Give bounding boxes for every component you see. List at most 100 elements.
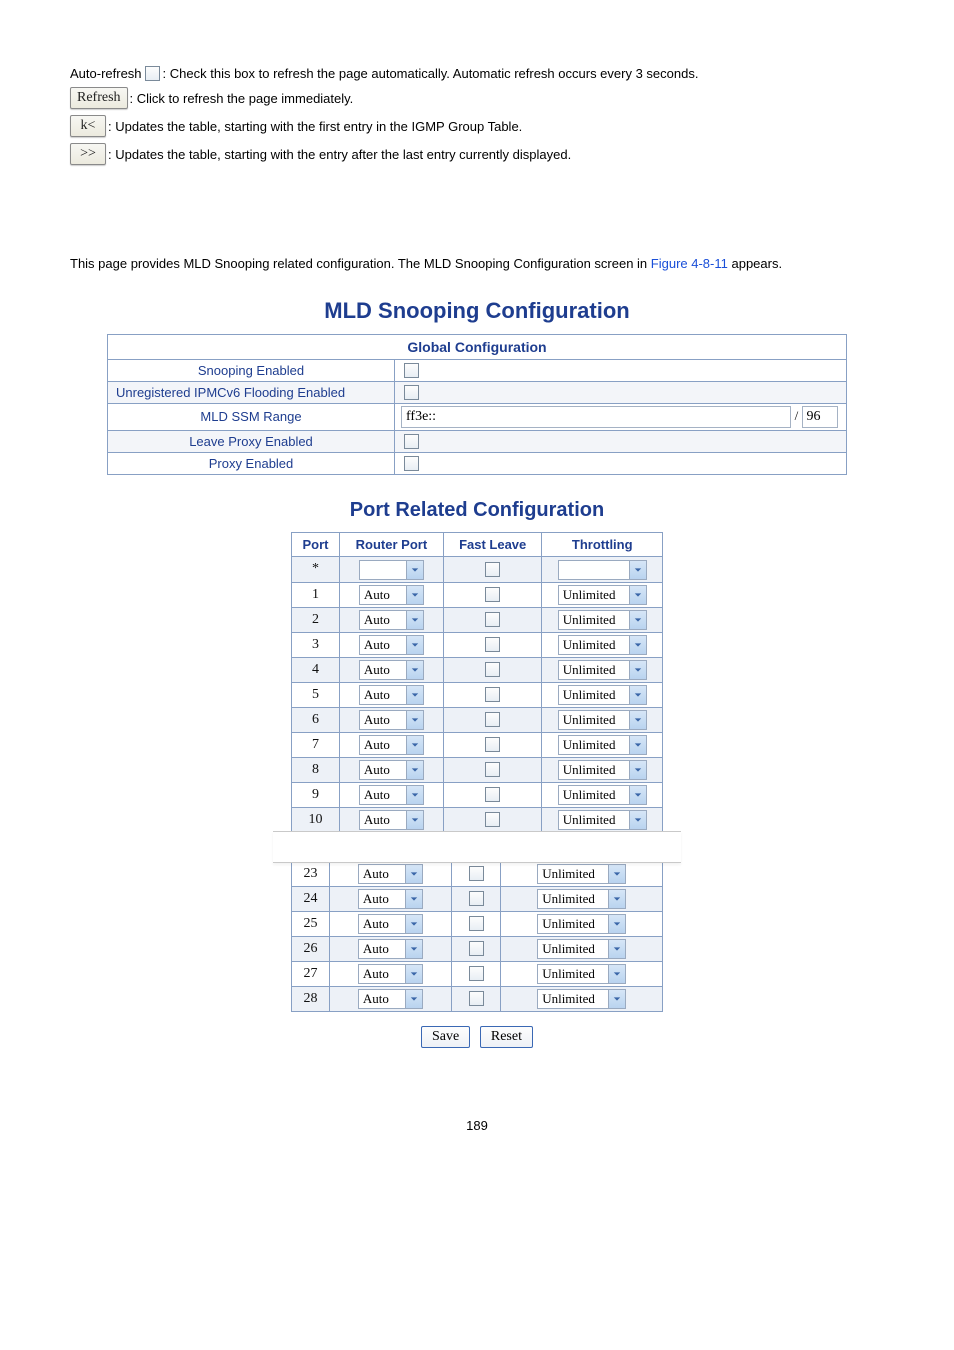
fast-leave-checkbox[interactable] (469, 891, 484, 906)
select-box[interactable]: Auto (358, 964, 423, 984)
chevron-down-icon (405, 890, 422, 908)
router-port-cell: Auto (339, 707, 443, 732)
select-value: Auto (359, 941, 405, 957)
select-value: Auto (360, 787, 406, 803)
port-cell: 5 (292, 682, 340, 707)
proxy-enabled-checkbox[interactable] (404, 456, 419, 471)
select-value: Unlimited (559, 587, 629, 603)
select-box[interactable]: Auto (359, 785, 424, 805)
chevron-down-icon (629, 586, 646, 604)
chevron-down-icon (629, 686, 646, 704)
fast-leave-checkbox[interactable] (485, 812, 500, 827)
table-row: 28 Auto Unlimited (292, 986, 663, 1011)
select-box[interactable]: Unlimited (537, 964, 626, 984)
select-box[interactable]: Unlimited (558, 610, 647, 630)
select-box[interactable]: Unlimited (558, 785, 647, 805)
select-box[interactable]: Auto (359, 710, 424, 730)
select-box[interactable]: Auto (359, 735, 424, 755)
select-box[interactable] (558, 560, 647, 580)
slash-separator: / (795, 408, 802, 423)
chevron-down-icon (406, 586, 423, 604)
first-page-button[interactable]: k< (70, 115, 106, 137)
table-row: 23 Auto Unlimited (292, 861, 663, 886)
select-box[interactable]: Auto (359, 610, 424, 630)
select-box[interactable]: Auto (359, 635, 424, 655)
fast-leave-checkbox[interactable] (469, 991, 484, 1006)
global-config-header: Global Configuration (108, 334, 847, 359)
leave-proxy-checkbox[interactable] (404, 434, 419, 449)
fast-leave-checkbox[interactable] (485, 637, 500, 652)
checkbox-icon[interactable] (145, 66, 160, 81)
throttling-cell: Unlimited (501, 886, 663, 911)
select-box[interactable]: Auto (359, 660, 424, 680)
unreg-flooding-checkbox[interactable] (404, 385, 419, 400)
reset-button[interactable]: Reset (480, 1026, 533, 1048)
select-value: Unlimited (559, 637, 629, 653)
select-box[interactable]: Unlimited (537, 939, 626, 959)
select-box[interactable]: Auto (359, 585, 424, 605)
fast-leave-checkbox[interactable] (485, 662, 500, 677)
table-row: 7 Auto Unlimited (292, 732, 663, 757)
select-box[interactable]: Auto (359, 810, 424, 830)
select-box[interactable]: Auto (359, 760, 424, 780)
fast-leave-checkbox[interactable] (469, 941, 484, 956)
fast-leave-cell (443, 707, 542, 732)
auto-refresh-suffix: : Check this box to refresh the page aut… (163, 66, 699, 81)
fast-leave-checkbox[interactable] (485, 787, 500, 802)
chevron-down-icon (629, 811, 646, 829)
select-box[interactable]: Auto (358, 914, 423, 934)
next-page-button[interactable]: >> (70, 143, 106, 165)
select-box[interactable]: Auto (358, 989, 423, 1009)
chevron-down-icon (405, 940, 422, 958)
fast-leave-cell (443, 657, 542, 682)
select-box[interactable]: Unlimited (558, 710, 647, 730)
select-box[interactable]: Unlimited (537, 864, 626, 884)
fast-leave-checkbox[interactable] (485, 737, 500, 752)
fast-leave-checkbox[interactable] (485, 562, 500, 577)
table-row: 2 Auto Unlimited (292, 607, 663, 632)
chevron-down-icon (406, 736, 423, 754)
snooping-enabled-checkbox[interactable] (404, 363, 419, 378)
select-box[interactable]: Unlimited (558, 660, 647, 680)
fast-leave-checkbox[interactable] (469, 866, 484, 881)
select-box[interactable]: Unlimited (558, 810, 647, 830)
leave-proxy-label: Leave Proxy Enabled (108, 430, 395, 452)
select-box[interactable]: Auto (359, 685, 424, 705)
fast-leave-checkbox[interactable] (485, 712, 500, 727)
ssm-prefix-input[interactable] (802, 406, 838, 428)
fast-leave-checkbox[interactable] (485, 612, 500, 627)
figure-link[interactable]: Figure 4-8-11 (651, 256, 728, 271)
chevron-down-icon (406, 786, 423, 804)
fast-leave-checkbox[interactable] (485, 587, 500, 602)
save-button[interactable]: Save (421, 1026, 470, 1048)
select-box[interactable]: Unlimited (558, 760, 647, 780)
select-box[interactable]: Unlimited (558, 635, 647, 655)
table-row: 9 Auto Unlimited (292, 782, 663, 807)
select-box[interactable]: Unlimited (558, 685, 647, 705)
refresh-button[interactable]: Refresh (70, 87, 128, 109)
select-box[interactable]: Unlimited (558, 585, 647, 605)
fast-leave-checkbox[interactable] (485, 762, 500, 777)
select-box[interactable]: Auto (358, 889, 423, 909)
fast-leave-cell (451, 961, 500, 986)
chevron-down-icon (608, 965, 625, 983)
select-box[interactable]: Auto (358, 939, 423, 959)
unreg-flooding-label: Unregistered IPMCv6 Flooding Enabled (108, 381, 395, 403)
select-box[interactable]: Auto (358, 864, 423, 884)
fast-leave-checkbox[interactable] (469, 916, 484, 931)
select-box[interactable]: Unlimited (537, 889, 626, 909)
fast-leave-checkbox[interactable] (469, 966, 484, 981)
col-port: Port (292, 532, 340, 556)
select-box[interactable] (359, 560, 424, 580)
table-row: 6 Auto Unlimited (292, 707, 663, 732)
fast-leave-checkbox[interactable] (485, 687, 500, 702)
ssm-address-input[interactable] (401, 406, 791, 428)
ssm-range-value: / (395, 403, 847, 430)
select-box[interactable]: Unlimited (537, 914, 626, 934)
router-port-cell: Auto (339, 757, 443, 782)
port-cell: 26 (292, 936, 330, 961)
select-box[interactable]: Unlimited (537, 989, 626, 1009)
select-box[interactable]: Unlimited (558, 735, 647, 755)
port-cell: 24 (292, 886, 330, 911)
select-value: Unlimited (559, 762, 629, 778)
